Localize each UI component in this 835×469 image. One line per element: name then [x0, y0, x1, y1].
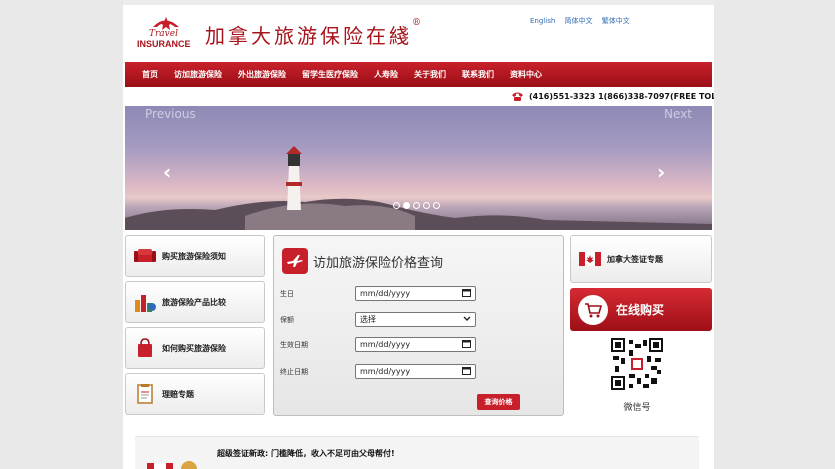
cart-icon	[578, 294, 608, 325]
query-price-button[interactable]: 查询价格	[477, 394, 520, 410]
menu-product-compare[interactable]: 旅游保险产品比较	[125, 281, 265, 323]
phone-number: (416)551-3323 1(866)338-7097(FREE TOLL)	[529, 91, 714, 101]
news-strip: 超级签证新政: 门槛降低，收入不足可由父母帮付!	[135, 436, 699, 469]
calendar-icon[interactable]	[462, 366, 471, 377]
menu-label: 购买旅游保险须知	[162, 251, 226, 261]
chevron-down-icon	[463, 315, 471, 324]
field-label: 终止日期	[280, 367, 308, 376]
lang-traditional[interactable]: 繁体中文	[602, 17, 630, 25]
nav-contact[interactable]: 联系我们	[454, 69, 502, 80]
chevron-left-icon[interactable]: ‹	[163, 160, 171, 184]
carousel-dot[interactable]	[423, 202, 430, 209]
carousel-next[interactable]: Next	[664, 107, 692, 121]
sofa-icon	[134, 246, 156, 266]
field-label: 生日	[280, 289, 294, 298]
carousel-dot[interactable]	[393, 202, 400, 209]
airplane-icon	[282, 248, 308, 274]
top-strip	[123, 0, 714, 5]
chart-icon	[134, 292, 156, 312]
menu-label: 理赔专题	[162, 389, 194, 399]
registered-mark: ®	[412, 18, 421, 28]
brand-title-text: 加拿大旅游保险在綫	[205, 24, 412, 48]
field-value: 选择	[360, 315, 376, 324]
visa-topic-link[interactable]: 加拿大签证专题	[570, 235, 712, 283]
menu-purchase-notes[interactable]: 购买旅游保险须知	[125, 235, 265, 277]
logo-text-top: Travel	[149, 29, 178, 39]
menu-label: 如何购买旅游保险	[162, 343, 226, 353]
field-value: mm/dd/yyyy	[360, 367, 411, 376]
carousel-previous[interactable]: Previous	[145, 107, 196, 121]
wechat-label: 微信号	[623, 403, 651, 413]
page: Travel INSURANCE 加拿大旅游保险在綫® English 简体中文…	[123, 0, 714, 469]
birthday-input[interactable]: mm/dd/yyyy	[355, 286, 476, 301]
phone-icon	[512, 92, 523, 101]
visa-label: 加拿大签证专题	[607, 254, 663, 264]
nav-resources[interactable]: 资料中心	[502, 69, 550, 80]
field-label: 生效日期	[280, 340, 308, 349]
buy-online-button[interactable]: 在线购买	[570, 288, 712, 331]
nav-about[interactable]: 关于我们	[406, 69, 454, 80]
carousel-dots	[393, 202, 440, 209]
lighthouse-scene	[125, 146, 712, 230]
field-label: 保额	[280, 315, 294, 324]
effective-date-input[interactable]: mm/dd/yyyy	[355, 337, 476, 352]
menu-label: 旅游保险产品比较	[162, 297, 226, 307]
chevron-right-icon[interactable]: ›	[657, 160, 665, 184]
hero-carousel: Previous Next ‹ ›	[125, 106, 712, 230]
language-switcher: English 简体中文 繁体中文	[530, 16, 637, 26]
news-headline[interactable]: 超级签证新政: 门槛降低，收入不足可由父母帮付!	[217, 448, 395, 459]
buy-label: 在线购买	[616, 303, 665, 317]
quote-panel: 访加旅游保险价格查询 生日 mm/dd/yyyy 保额 选择 生效日期 mm/d…	[273, 235, 564, 416]
calendar-icon[interactable]	[462, 339, 471, 350]
brand-title: 加拿大旅游保险在綫®	[205, 18, 421, 49]
coverage-row: 保额 选择	[280, 312, 476, 327]
logo-text-bottom: INSURANCE	[137, 39, 191, 49]
nav-outbound-insurance[interactable]: 外出旅游保险	[230, 69, 294, 80]
canada-flag-icon	[579, 252, 601, 266]
coverage-select[interactable]: 选择	[355, 312, 476, 327]
calendar-icon[interactable]	[462, 288, 471, 299]
logo[interactable]: Travel INSURANCE	[135, 14, 195, 50]
menu-how-to-buy[interactable]: 如何购买旅游保险	[125, 327, 265, 369]
phone-bar: (416)551-3323 1(866)338-7097(FREE TOLL)	[511, 91, 714, 101]
lang-simplified[interactable]: 简体中文	[565, 17, 593, 25]
quote-title: 访加旅游保险价格查询	[282, 248, 443, 274]
lang-english[interactable]: English	[530, 17, 555, 25]
nav-visitor-insurance[interactable]: 访加旅游保险	[166, 69, 230, 80]
carousel-dot[interactable]	[413, 202, 420, 209]
effective-date-row: 生效日期 mm/dd/yyyy	[280, 337, 476, 352]
shopping-bag-icon	[134, 338, 156, 358]
birthday-row: 生日 mm/dd/yyyy	[280, 286, 476, 301]
menu-claims[interactable]: 理赔专题	[125, 373, 265, 415]
carousel-dot[interactable]	[433, 202, 440, 209]
end-date-row: 终止日期 mm/dd/yyyy	[280, 364, 476, 379]
field-value: mm/dd/yyyy	[360, 340, 411, 349]
wechat-qr-code	[611, 338, 663, 390]
nav-home[interactable]: 首页	[125, 69, 166, 80]
carousel-dot-active[interactable]	[403, 202, 410, 209]
nav-life-insurance[interactable]: 人寿险	[366, 69, 406, 80]
end-date-input[interactable]: mm/dd/yyyy	[355, 364, 476, 379]
document-icon	[134, 384, 156, 404]
news-thumbnail	[147, 461, 197, 469]
main-nav: 首页 访加旅游保险 外出旅游保险 留学生医疗保险 人寿险 关于我们 联系我们 资…	[125, 62, 712, 87]
nav-student-insurance[interactable]: 留学生医疗保险	[294, 69, 366, 80]
quote-title-text: 访加旅游保险价格查询	[313, 255, 444, 271]
field-value: mm/dd/yyyy	[360, 289, 411, 298]
